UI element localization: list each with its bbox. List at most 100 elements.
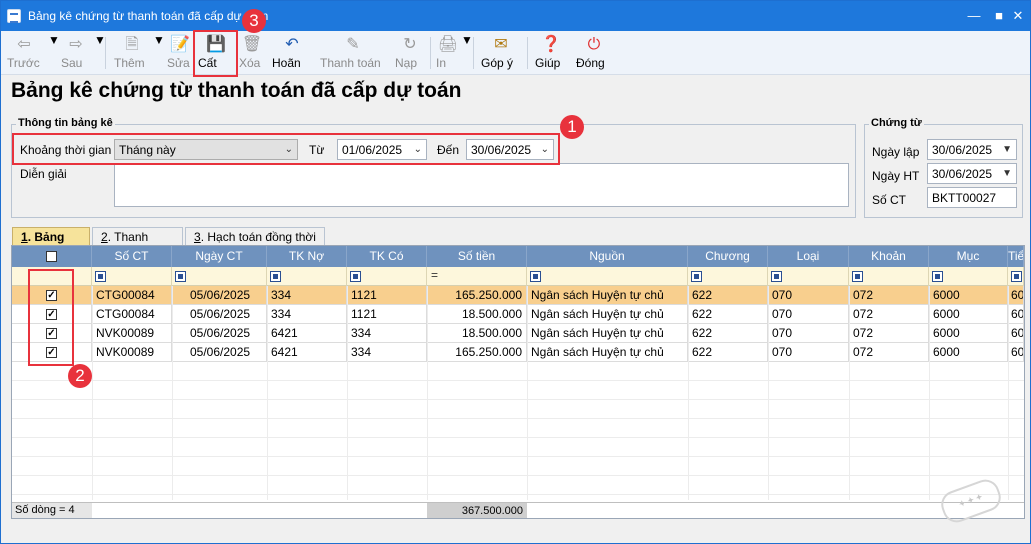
filter-cell[interactable] bbox=[267, 267, 347, 286]
cell-nguon[interactable]: Ngân sách Huyện tự chủ bbox=[527, 324, 688, 343]
column-header[interactable]: Khoản bbox=[849, 246, 929, 267]
close-button[interactable]: ✕ bbox=[1008, 6, 1028, 26]
filter-cell[interactable] bbox=[929, 267, 1008, 286]
cell-loai[interactable]: 070 bbox=[768, 286, 849, 305]
cell-muc[interactable]: 6000 bbox=[929, 286, 1008, 305]
cell-so-ct[interactable]: CTG00084 bbox=[92, 286, 172, 305]
cell-tieu-muc[interactable]: 6003 bbox=[1008, 305, 1024, 324]
column-header[interactable]: Số CT bbox=[92, 246, 172, 267]
filter-cell[interactable] bbox=[1008, 267, 1024, 286]
cell-chuong[interactable]: 622 bbox=[688, 286, 768, 305]
cell-tk-co[interactable]: 334 bbox=[347, 343, 427, 362]
pay-button[interactable]: ✎ Thanh toán bbox=[320, 33, 386, 73]
cell-muc[interactable]: 6000 bbox=[929, 305, 1008, 324]
empty-row bbox=[12, 476, 1024, 495]
filter-cell[interactable] bbox=[768, 267, 849, 286]
select-all-checkbox[interactable]: ✓ bbox=[46, 251, 57, 262]
grid-line bbox=[1008, 286, 1009, 500]
feedback-button[interactable]: ✉ Góp ý bbox=[481, 33, 521, 73]
cell-tk-no[interactable]: 6421 bbox=[267, 343, 347, 362]
cell-tk-co[interactable]: 1121 bbox=[347, 305, 427, 324]
print-button[interactable]: 🖨 In bbox=[436, 33, 460, 73]
cell-tk-no[interactable]: 334 bbox=[267, 286, 347, 305]
column-header[interactable]: Loại bbox=[768, 246, 849, 267]
column-header[interactable]: Nguồn bbox=[527, 246, 688, 267]
table-row[interactable]: ✓ CTG00084 05/06/2025 334 1121 18.500.00… bbox=[12, 305, 1024, 324]
cell-nguon[interactable]: Ngân sách Huyện tự chủ bbox=[527, 343, 688, 362]
date-created-field[interactable]: 30/06/2025 ▼ bbox=[927, 139, 1017, 160]
cell-khoan[interactable]: 072 bbox=[849, 324, 929, 343]
cell-so-ct[interactable]: NVK00089 bbox=[92, 324, 172, 343]
delete-button[interactable]: 🗑 Xóa bbox=[239, 33, 265, 73]
cell-muc[interactable]: 6000 bbox=[929, 324, 1008, 343]
cell-chuong[interactable]: 622 bbox=[688, 324, 768, 343]
voucher-number-field[interactable]: BKTT00027 bbox=[927, 187, 1017, 208]
filter-cell[interactable] bbox=[92, 267, 172, 286]
cell-ngay-ct[interactable]: 05/06/2025 bbox=[172, 305, 267, 324]
column-header[interactable]: TK Nợ bbox=[267, 246, 347, 267]
column-header[interactable]: TK Có bbox=[347, 246, 427, 267]
cell-ngay-ct[interactable]: 05/06/2025 bbox=[172, 286, 267, 305]
cell-chuong[interactable]: 622 bbox=[688, 305, 768, 324]
cell-muc[interactable]: 6000 bbox=[929, 343, 1008, 362]
date-posted-field[interactable]: 30/06/2025 ▼ bbox=[927, 163, 1017, 184]
add-button[interactable]: 🗎 Thêm bbox=[114, 33, 150, 73]
cell-loai[interactable]: 070 bbox=[768, 343, 849, 362]
cell-chuong[interactable]: 622 bbox=[688, 343, 768, 362]
cell-tieu-muc[interactable]: 6001 bbox=[1008, 286, 1024, 305]
column-header[interactable]: Chương bbox=[688, 246, 768, 267]
cell-khoan[interactable]: 072 bbox=[849, 343, 929, 362]
description-field[interactable] bbox=[114, 163, 849, 207]
minimize-button[interactable]: — bbox=[964, 6, 984, 26]
filter-cell[interactable]: = bbox=[427, 267, 527, 286]
cell-tieu-muc[interactable]: 6001 bbox=[1008, 343, 1024, 362]
cell-ngay-ct[interactable]: 05/06/2025 bbox=[172, 324, 267, 343]
column-header[interactable]: Mục bbox=[929, 246, 1008, 267]
cancel-button[interactable]: ↶ Hoãn bbox=[272, 33, 312, 73]
column-header[interactable]: Ngày CT bbox=[172, 246, 267, 267]
cell-tk-no[interactable]: 334 bbox=[267, 305, 347, 324]
cell-loai[interactable]: 070 bbox=[768, 324, 849, 343]
filter-cell[interactable] bbox=[172, 267, 267, 286]
cell-khoan[interactable]: 072 bbox=[849, 305, 929, 324]
tab-hach-toan-dong-thoi[interactable]: 3. Hạch toán đồng thời bbox=[185, 227, 325, 246]
filter-cell[interactable] bbox=[527, 267, 688, 286]
tab-bang-ke[interactable]: 1. Bảng kê bbox=[12, 227, 90, 258]
next-button[interactable]: ⇨ Sau bbox=[61, 33, 91, 73]
filter-cell[interactable] bbox=[688, 267, 768, 286]
cell-khoan[interactable]: 072 bbox=[849, 286, 929, 305]
cell-loai[interactable]: 070 bbox=[768, 305, 849, 324]
close-form-button[interactable]: ⏻ Đóng bbox=[576, 33, 612, 73]
grid-footer: Số dòng = 4 367.500.000 bbox=[12, 502, 1024, 518]
table-row[interactable]: ✓ CTG00084 05/06/2025 334 1121 165.250.0… bbox=[12, 286, 1024, 305]
filter-cell[interactable] bbox=[849, 267, 929, 286]
add-dropdown-icon[interactable]: ▼ bbox=[153, 33, 165, 73]
cell-so-ct[interactable]: NVK00089 bbox=[92, 343, 172, 362]
cell-tk-no[interactable]: 6421 bbox=[267, 324, 347, 343]
header-select-all[interactable]: ✓ bbox=[12, 246, 92, 267]
help-button[interactable]: ❓ Giúp bbox=[535, 33, 567, 73]
cell-ngay-ct[interactable]: 05/06/2025 bbox=[172, 343, 267, 362]
previous-dropdown-icon[interactable]: ▼ bbox=[48, 33, 60, 73]
filter-cell[interactable] bbox=[347, 267, 427, 286]
cell-tk-co[interactable]: 1121 bbox=[347, 286, 427, 305]
edit-button[interactable]: 📝 Sửa bbox=[167, 33, 193, 73]
reload-button[interactable]: ↻ Nạp bbox=[395, 33, 425, 73]
cell-so-tien[interactable]: 18.500.000 bbox=[427, 305, 527, 324]
cell-so-tien[interactable]: 18.500.000 bbox=[427, 324, 527, 343]
table-row[interactable]: ✓ NVK00089 05/06/2025 6421 334 18.500.00… bbox=[12, 324, 1024, 343]
cell-nguon[interactable]: Ngân sách Huyện tự chủ bbox=[527, 305, 688, 324]
maximize-button[interactable]: ■ bbox=[989, 6, 1009, 26]
previous-button[interactable]: ⇦ Trước bbox=[7, 33, 41, 73]
table-row[interactable]: ✓ NVK00089 05/06/2025 6421 334 165.250.0… bbox=[12, 343, 1024, 362]
column-header[interactable]: Số tiền bbox=[427, 246, 527, 267]
cell-so-tien[interactable]: 165.250.000 bbox=[427, 286, 527, 305]
cell-tk-co[interactable]: 334 bbox=[347, 324, 427, 343]
tab-thanh-toan[interactable]: 2. Thanh toán bbox=[92, 227, 183, 258]
column-header[interactable]: Tiểu mục bbox=[1008, 246, 1024, 267]
print-dropdown-icon[interactable]: ▼ bbox=[461, 33, 473, 73]
cell-so-ct[interactable]: CTG00084 bbox=[92, 305, 172, 324]
cell-so-tien[interactable]: 165.250.000 bbox=[427, 343, 527, 362]
cell-nguon[interactable]: Ngân sách Huyện tự chủ bbox=[527, 286, 688, 305]
cell-tieu-muc[interactable]: 6003 bbox=[1008, 324, 1024, 343]
